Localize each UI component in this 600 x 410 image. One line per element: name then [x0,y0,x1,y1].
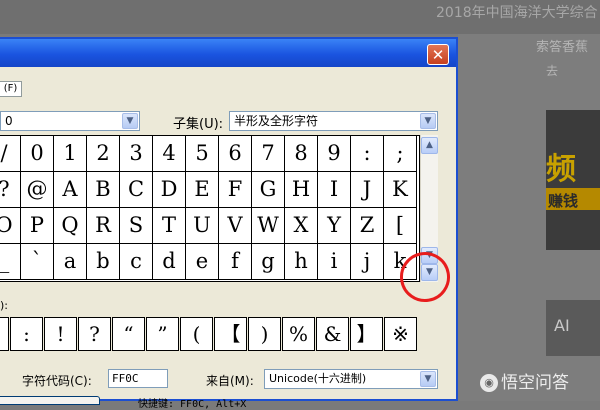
char-cell[interactable]: T [153,208,186,244]
shortcut-text: 快捷键: FF0C, Alt+X [138,399,247,410]
background-side-text[interactable]: 索答香蕉 [536,36,588,55]
char-cell[interactable]: c [120,244,153,280]
char-cell[interactable]: V [219,208,252,244]
recent-char-cell[interactable]: ( [180,317,213,351]
char-cell[interactable]: [ [384,208,417,244]
scroll-up-button[interactable]: ▲ [421,137,438,154]
char-cell[interactable]: 7 [252,136,285,172]
char-cell[interactable]: _ [0,244,21,280]
recent-chars-label: ): [0,299,8,312]
char-cell[interactable]: R [87,208,120,244]
symbol-dialog: ✕ (F) 0 ▼ 子集(U): 半形及全形字符 ▼ /0 1 2 3 4 5 6 7 8 9:;… [0,37,458,410]
recent-char-cell[interactable]: ! [44,317,77,351]
charcode-label: 字符代码(C): [22,374,92,388]
char-cell[interactable]: @ [21,172,54,208]
subset-combo[interactable]: 半形及全形字符 ▼ [229,111,438,131]
char-cell[interactable]: i [318,244,351,280]
char-cell[interactable]: d [153,244,186,280]
char-cell[interactable]: G [252,172,285,208]
char-cell[interactable]: e [186,244,219,280]
close-button[interactable]: ✕ [427,44,449,65]
recent-char-cell[interactable]: , [0,317,9,351]
background-ai-card[interactable]: AI [546,300,600,356]
char-cell[interactable]: Q [54,208,87,244]
char-cell[interactable]: h [285,244,318,280]
char-cell[interactable]: J [351,172,384,208]
char-cell[interactable]: b [87,244,120,280]
char-cell[interactable]: H [285,172,318,208]
recent-char-cell[interactable]: “ [112,317,145,351]
from-combo-value: Unicode(十六进制) [269,372,367,385]
char-cell[interactable]: D [153,172,186,208]
char-cell[interactable]: E [186,172,219,208]
char-cell[interactable]: f [219,244,252,280]
char-cell[interactable]: g [252,244,285,280]
char-cell[interactable]: a [54,244,87,280]
char-cell[interactable]: 9 [318,136,351,172]
brand-name: 悟空问答 [501,373,569,393]
char-cell[interactable]: 8 [285,136,318,172]
char-cell[interactable]: U [186,208,219,244]
ad-text: 频 [546,152,576,187]
char-cell[interactable]: 0 [21,136,54,172]
chevron-down-icon[interactable]: ▼ [420,113,436,129]
char-cell[interactable]: ; [384,136,417,172]
recent-char-cell[interactable]: ) [248,317,281,351]
char-cell[interactable]: Z [351,208,384,244]
recent-char-cell[interactable]: : [10,317,43,351]
chevron-down-icon[interactable]: ▼ [122,113,138,129]
ad-cta-text: 赚钱 [548,192,579,210]
char-cell[interactable]: O [0,208,21,244]
chevron-down-icon[interactable]: ▼ [420,371,436,387]
char-cell[interactable]: W [252,208,285,244]
ai-label: AI [554,316,570,335]
char-cell[interactable]: B [87,172,120,208]
char-cell[interactable]: 6 [219,136,252,172]
brand-logo-icon: ◉ [480,374,498,392]
char-cell[interactable]: P [21,208,54,244]
char-cell[interactable]: ? [0,172,21,208]
from-combo[interactable]: Unicode(十六进制) ▼ [264,369,438,389]
background-headline[interactable]: 2018年中国海洋大学综合 [436,2,598,22]
recent-char-cell[interactable]: 】 [350,317,383,351]
font-combo-value: 0 [5,114,13,128]
char-cell[interactable]: 5 [186,136,219,172]
background-side-text-2: 去 [546,64,559,78]
recent-char-cell[interactable]: % [282,317,315,351]
char-cell[interactable]: : [351,136,384,172]
from-label: 来自(M): [206,374,254,388]
char-cell[interactable]: 3 [120,136,153,172]
subset-combo-value: 半形及全形字符 [234,114,319,128]
charcode-input[interactable]: FF0C [108,369,168,388]
char-cell[interactable]: 1 [54,136,87,172]
char-cell[interactable]: X [285,208,318,244]
char-cell[interactable]: Y [318,208,351,244]
background-ad-banner[interactable]: 频 赚钱 [546,110,600,250]
char-cell[interactable]: C [120,172,153,208]
brand-watermark: ◉ 悟空问答 [480,368,569,393]
recent-char-cell[interactable]: ” [146,317,179,351]
character-grid[interactable]: /0123456789:;?@ABCDEFGHIJK OPQRSTUVWXYZ[ _… [0,135,420,282]
char-cell[interactable]: 2 [87,136,120,172]
font-combo[interactable]: 0 ▼ [0,111,140,131]
char-cell[interactable]: / [0,136,21,172]
char-cell[interactable]: I [318,172,351,208]
recent-char-cell[interactable]: ※ [384,317,417,351]
recent-char-cell[interactable]: & [316,317,349,351]
char-cell[interactable]: F [219,172,252,208]
char-cell[interactable]: K [384,172,417,208]
char-cell[interactable]: A [54,172,87,208]
recent-char-cell[interactable]: 【 [214,317,247,351]
recent-char-cell[interactable]: ? [78,317,111,351]
font-tab[interactable]: (F) [0,81,22,97]
char-cell[interactable]: 4 [153,136,186,172]
subset-label: 子集(U): [173,117,224,132]
char-cell[interactable]: S [120,208,153,244]
char-cell[interactable]: j [351,244,384,280]
title-bar[interactable]: ✕ [0,39,456,67]
char-cell[interactable]: ` [21,244,54,280]
